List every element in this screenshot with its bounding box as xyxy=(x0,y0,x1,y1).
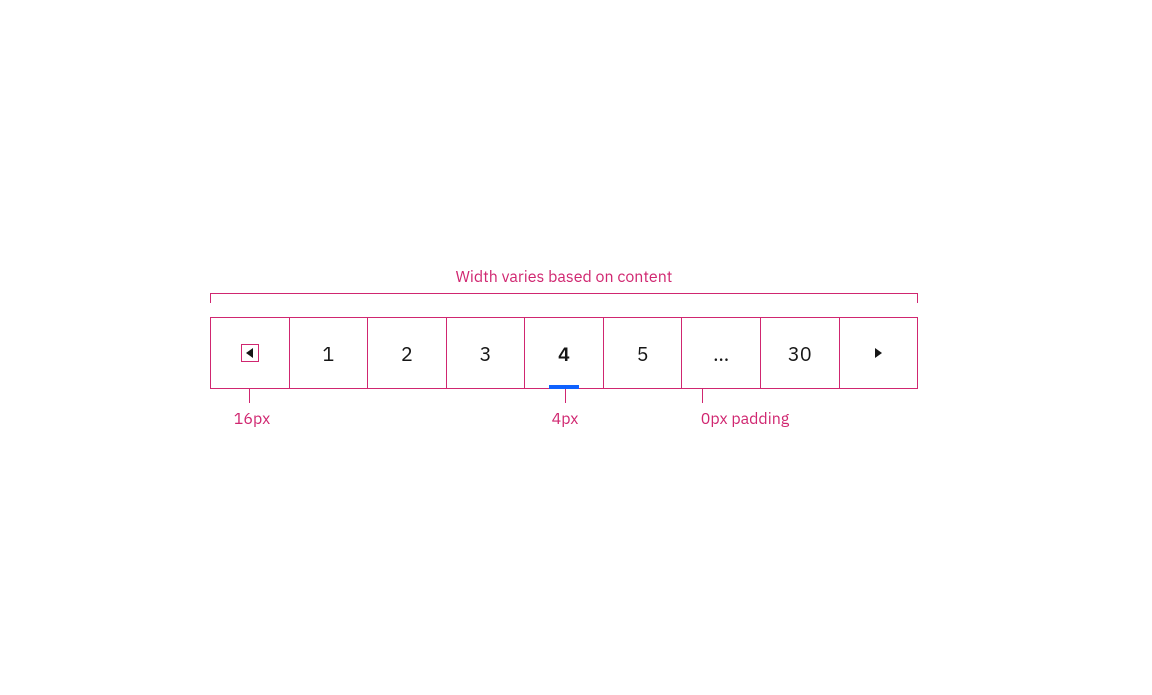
page-label: 2 xyxy=(401,340,413,367)
pagination-bar: 1 2 3 4 5 … 30 xyxy=(210,317,918,389)
caret-right-icon xyxy=(875,348,882,358)
pagination-page-30[interactable]: 30 xyxy=(761,318,840,388)
pagination-page-3[interactable]: 3 xyxy=(447,318,526,388)
annotation-text: 4px xyxy=(552,409,579,429)
page-label: 5 xyxy=(637,340,649,367)
annotation-tick xyxy=(249,389,250,403)
page-label: 1 xyxy=(322,340,334,367)
icon-size-annotation: 16px xyxy=(222,389,282,429)
underline-height-annotation: 4px xyxy=(545,389,585,429)
pagination-overflow[interactable]: … xyxy=(682,318,761,388)
pagination-page-1[interactable]: 1 xyxy=(290,318,369,388)
caret-left-icon xyxy=(246,348,253,358)
page-label: … xyxy=(713,340,729,367)
pagination-page-5[interactable]: 5 xyxy=(604,318,683,388)
width-annotation-label: Width varies based on content xyxy=(210,267,918,287)
annotation-tick xyxy=(565,389,566,403)
annotation-row: 16px 4px 0px padding xyxy=(210,389,918,439)
pagination-prev-button[interactable] xyxy=(211,318,290,388)
pagination-page-2[interactable]: 2 xyxy=(368,318,447,388)
annotation-text: 0px padding xyxy=(701,409,790,429)
width-bracket xyxy=(210,293,918,305)
pagination-page-4-active[interactable]: 4 xyxy=(525,318,604,388)
page-label: 30 xyxy=(788,340,812,367)
annotation-tick xyxy=(702,389,703,403)
icon-size-box xyxy=(241,344,259,362)
pagination-spec-diagram: Width varies based on content 1 2 3 4 5 … xyxy=(210,267,918,439)
padding-annotation: 0px padding xyxy=(685,389,805,429)
page-label: 3 xyxy=(479,340,491,367)
page-label: 4 xyxy=(558,340,570,367)
annotation-text: 16px xyxy=(234,409,270,429)
pagination-next-button[interactable] xyxy=(840,318,918,388)
